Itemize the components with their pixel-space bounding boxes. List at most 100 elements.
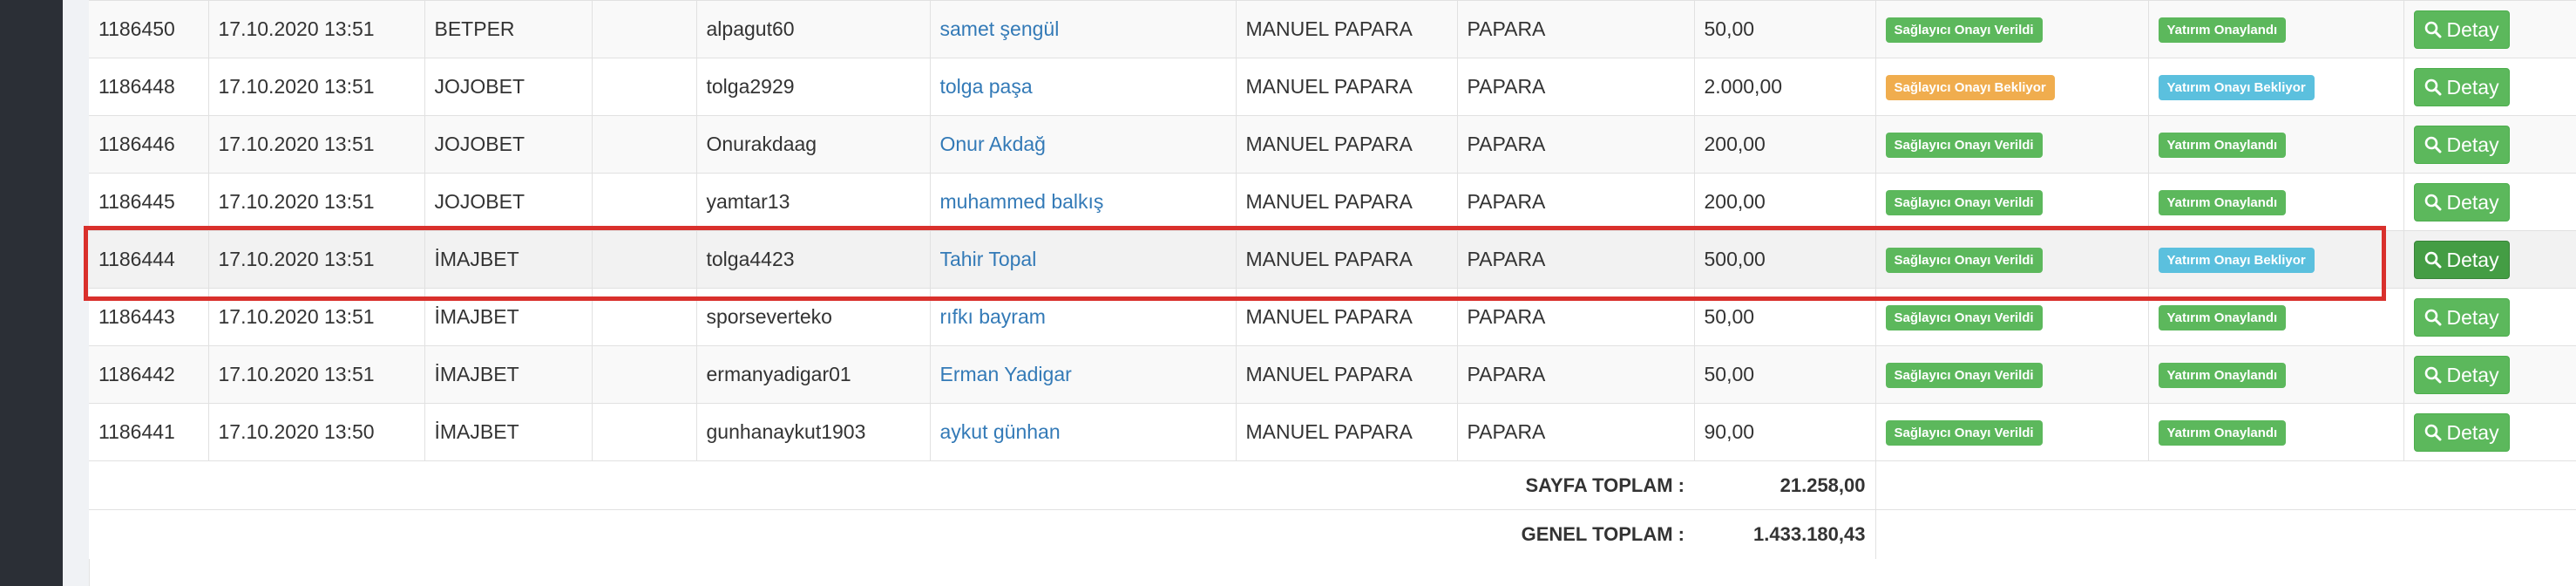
provider-status-badge: Sağlayıcı Onayı Verildi <box>1885 133 2043 158</box>
detail-button[interactable]: Detay <box>2413 355 2510 394</box>
row-site: İMAJBET <box>424 230 593 289</box>
row-username: alpagut60 <box>696 0 931 58</box>
row-id: 1186444 <box>89 230 209 289</box>
row-name-cell: muhammed balkış <box>930 173 1237 231</box>
row-provider-cell: Sağlayıcı Onayı Verildi <box>1875 173 2149 231</box>
detail-button-label: Detay <box>2446 363 2499 386</box>
row-provider-cell: Sağlayıcı Onayı Verildi <box>1875 115 2149 174</box>
row-method: MANUEL PAPARA <box>1236 288 1458 346</box>
row-method: MANUEL PAPARA <box>1236 403 1458 461</box>
total-label: SAYFA TOPLAM : <box>1525 474 1685 496</box>
row-date: 17.10.2020 13:51 <box>208 58 425 116</box>
row-name-cell: rıfkı bayram <box>930 288 1237 346</box>
row-name-link[interactable]: Erman Yadigar <box>940 363 1072 385</box>
row-name-link[interactable]: aykut günhan <box>940 420 1061 443</box>
row-username: sporseverteko <box>696 288 931 346</box>
row-deposit-cell: Yatırım Onaylandı <box>2148 115 2404 174</box>
row-amount: 2.000,00 <box>1694 58 1876 116</box>
row-id: 1186448 <box>89 58 209 116</box>
row-deposit-cell: Yatırım Onayı Bekliyor <box>2148 58 2404 116</box>
detail-button[interactable]: Detay <box>2413 125 2510 164</box>
row-deposit-cell: Yatırım Onaylandı <box>2148 173 2404 231</box>
row-bank: PAPARA <box>1457 0 1695 58</box>
row-name-cell: aykut günhan <box>930 403 1237 461</box>
row-provider-cell: Sağlayıcı Onayı Verildi <box>1875 288 2149 346</box>
row-deposit-cell: Yatırım Onayı Bekliyor <box>2148 230 2404 289</box>
row-bank: PAPARA <box>1457 403 1695 461</box>
row-name-cell: Erman Yadigar <box>930 345 1237 404</box>
row-id: 1186443 <box>89 288 209 346</box>
detail-button[interactable]: Detay <box>2413 10 2510 49</box>
row-action-cell: Detay <box>2403 115 2576 174</box>
row-bank: PAPARA <box>1457 115 1695 174</box>
row-name-link[interactable]: Onur Akdağ <box>940 133 1046 155</box>
detail-button[interactable]: Detay <box>2413 297 2510 337</box>
deposit-status-badge: Yatırım Onaylandı <box>2158 190 2287 215</box>
row-site: BETPER <box>424 0 593 58</box>
provider-status-badge: Sağlayıcı Onayı Verildi <box>1885 363 2043 388</box>
total-spacer: SAYFA TOPLAM : <box>89 460 1694 510</box>
row-deposit-cell: Yatırım Onaylandı <box>2148 403 2404 461</box>
total-value: 1.433.180,43 <box>1694 509 1876 559</box>
provider-status-badge: Sağlayıcı Onayı Verildi <box>1885 17 2043 43</box>
row-provider-cell: Sağlayıcı Onayı Verildi <box>1875 345 2149 404</box>
row-id: 1186441 <box>89 403 209 461</box>
row-provider-cell: Sağlayıcı Onayı Verildi <box>1875 230 2149 289</box>
page-total-row: SAYFA TOPLAM : 21.258,00 <box>89 460 2576 510</box>
row-method: MANUEL PAPARA <box>1236 230 1458 289</box>
deposit-status-badge: Yatırım Onaylandı <box>2158 305 2287 330</box>
row-name-cell: Onur Akdağ <box>930 115 1237 174</box>
row-amount: 50,00 <box>1694 345 1876 404</box>
row-username: ermanyadigar01 <box>696 345 931 404</box>
row-id: 1186446 <box>89 115 209 174</box>
sidebar <box>0 0 63 586</box>
provider-status-badge: Sağlayıcı Onayı Verildi <box>1885 248 2043 273</box>
row-date: 17.10.2020 13:50 <box>208 403 425 461</box>
table-row: 1186448 17.10.2020 13:51 JOJOBET tolga2929 t… <box>89 58 2576 116</box>
row-name-cell: tolga paşa <box>930 58 1237 116</box>
row-deposit-cell: Yatırım Onaylandı <box>2148 345 2404 404</box>
row-date: 17.10.2020 13:51 <box>208 288 425 346</box>
row-site: İMAJBET <box>424 288 593 346</box>
row-action-cell: Detay <box>2403 230 2576 289</box>
search-icon <box>2424 21 2441 37</box>
row-extra <box>592 230 697 289</box>
row-name-link[interactable]: Tahir Topal <box>940 248 1037 270</box>
row-extra <box>592 58 697 116</box>
provider-status-badge: Sağlayıcı Onayı Verildi <box>1885 190 2043 215</box>
row-site: İMAJBET <box>424 403 593 461</box>
detail-button-label: Detay <box>2446 75 2499 99</box>
deposit-status-badge: Yatırım Onaylandı <box>2158 420 2287 446</box>
row-provider-cell: Sağlayıcı Onayı Verildi <box>1875 403 2149 461</box>
table-row: 1186442 17.10.2020 13:51 İMAJBET ermanyadig… <box>89 345 2576 404</box>
table-row: 1186445 17.10.2020 13:51 JOJOBET yamtar13 mu… <box>89 173 2576 231</box>
table-row: 1186444 17.10.2020 13:51 İMAJBET tolga4423 T… <box>89 230 2576 289</box>
row-bank: PAPARA <box>1457 345 1695 404</box>
row-bank: PAPARA <box>1457 58 1695 116</box>
row-method: MANUEL PAPARA <box>1236 0 1458 58</box>
search-icon <box>2424 424 2441 440</box>
row-method: MANUEL PAPARA <box>1236 345 1458 404</box>
row-extra <box>592 0 697 58</box>
detail-button[interactable]: Detay <box>2413 67 2510 106</box>
row-username: gunhanaykut1903 <box>696 403 931 461</box>
row-amount: 50,00 <box>1694 288 1876 346</box>
row-name-link[interactable]: muhammed balkış <box>940 190 1104 213</box>
table-row: 1186450 17.10.2020 13:51 BETPER alpagut60 sa… <box>89 0 2576 58</box>
row-date: 17.10.2020 13:51 <box>208 0 425 58</box>
row-action-cell: Detay <box>2403 0 2576 58</box>
total-value: 21.258,00 <box>1694 460 1876 510</box>
search-icon <box>2424 251 2441 268</box>
row-username: Onurakdaag <box>696 115 931 174</box>
row-name-link[interactable]: tolga paşa <box>940 75 1033 98</box>
detail-button[interactable]: Detay <box>2413 182 2510 221</box>
row-name-link[interactable]: samet şengül <box>940 17 1060 40</box>
grand-total-row: GENEL TOPLAM : 1.433.180,43 <box>89 509 2576 559</box>
detail-button[interactable]: Detay <box>2413 412 2510 452</box>
row-action-cell: Detay <box>2403 173 2576 231</box>
row-name-link[interactable]: rıfkı bayram <box>940 305 1046 328</box>
search-icon <box>2424 309 2441 325</box>
row-extra <box>592 115 697 174</box>
detail-button[interactable]: Detay <box>2413 240 2510 279</box>
total-spacer: GENEL TOPLAM : <box>89 509 1694 559</box>
